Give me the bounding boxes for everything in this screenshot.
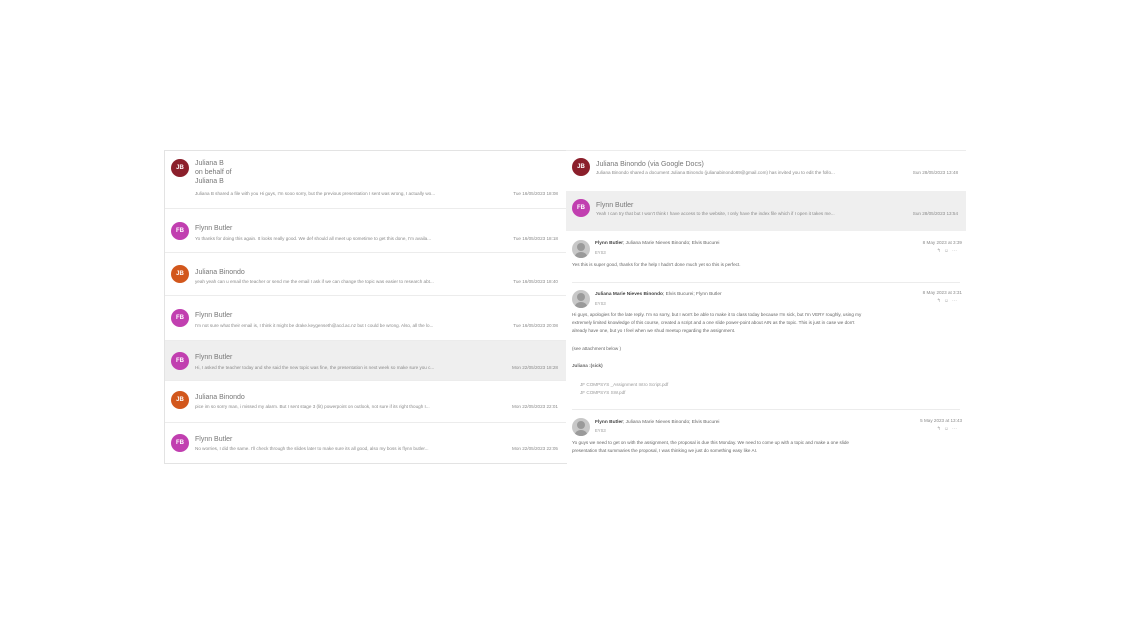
list-item-selected[interactable]: FB Flynn Butler Hi, I asked the teacher … xyxy=(165,341,566,381)
reading-pane: JB Juliana Binondo (via Google Docs) Jul… xyxy=(566,150,966,463)
message-date: Tue 16/05/2023 20:08 xyxy=(513,323,558,328)
message-subject: EYS3 xyxy=(595,301,606,306)
divider xyxy=(572,282,960,283)
list-item-selected[interactable]: FB Flynn Butler Yeah I can try that but … xyxy=(566,191,966,231)
attachments[interactable]: JF COMPSYS _Assignment Intro Script.pdf … xyxy=(580,381,668,396)
message-recipients: Flynn Butler; Juliana Marie Nieves Binon… xyxy=(595,420,720,425)
thread-message: Flynn Butler; Juliana Marie Nieves Binon… xyxy=(566,237,966,285)
reply-icon[interactable]: ↰ xyxy=(937,248,944,254)
message-actions[interactable]: ↰☺⋯ xyxy=(937,298,960,304)
sender-name: Juliana Binondo xyxy=(195,394,245,401)
message-date: Tue 16/05/2023 18:08 xyxy=(513,191,558,196)
avatar: FB xyxy=(171,352,189,370)
avatar xyxy=(572,290,590,308)
avatar: JB xyxy=(171,159,189,177)
message-actions[interactable]: ↰☺⋯ xyxy=(937,248,960,254)
message-recipients: Flynn Butler; Juliana Marie Nieves Binon… xyxy=(595,241,720,246)
avatar xyxy=(572,240,590,258)
message-body: Yo guys we need to get on with the assig… xyxy=(572,440,849,454)
message-date: Mon 22/05/2023 22:05 xyxy=(512,446,558,451)
message-date: Tue 16/05/2023 18:18 xyxy=(513,236,558,241)
avatar: JB xyxy=(171,391,189,409)
message-date: 5 May 2023 at 13:43 xyxy=(920,418,962,423)
message-preview: No worries, I did the same. I'll check t… xyxy=(195,446,429,451)
thread-message: Flynn Butler; Juliana Marie Nieves Binon… xyxy=(566,415,966,461)
message-signoff: Juliana :(sick) xyxy=(572,363,603,368)
more-icon[interactable]: ☺⋯ xyxy=(944,426,960,432)
avatar: FB xyxy=(572,199,590,217)
message-subject: EYS3 xyxy=(595,428,606,433)
reply-icon[interactable]: ↰ xyxy=(937,298,944,304)
message-preview: I'm not sure what their email is, I thin… xyxy=(195,323,434,328)
sender-name: Flynn Butler xyxy=(195,354,233,361)
message-preview: pice im so sorry man, i missed my alarm.… xyxy=(195,404,430,409)
sender-name: Flynn Butler xyxy=(596,202,634,209)
avatar: FB xyxy=(171,222,189,240)
message-date: Tue 16/05/2023 18:40 xyxy=(513,279,558,284)
message-body: Yes this is super good, thanks for the h… xyxy=(572,262,741,267)
list-item[interactable]: FB Flynn Butler I'm not sure what their … xyxy=(165,296,566,341)
attachment[interactable]: JF COMPSYS _Assignment Intro Script.pdf xyxy=(580,381,668,389)
avatar: JB xyxy=(572,158,590,176)
list-item[interactable]: JB Juliana Bon behalf of Juliana B Julian… xyxy=(165,151,566,209)
avatar: JB xyxy=(171,265,189,283)
message-date: Sun 28/05/2023 13:48 xyxy=(912,170,958,175)
message-list: JB Juliana Bon behalf of Juliana B Julian… xyxy=(164,150,567,464)
list-item[interactable]: FB Flynn Butler Yo thanks for doing this… xyxy=(165,209,566,253)
sender-name: Flynn Butler xyxy=(195,225,233,232)
message-preview: Yeah I can try that but I won't think I … xyxy=(596,211,835,216)
message-date: 8 May 2023 at 3:39 xyxy=(922,240,962,245)
message-preview: Juliana B shared a file with you Hi guys… xyxy=(195,191,436,196)
divider xyxy=(572,409,960,410)
reply-icon[interactable]: ↰ xyxy=(937,426,944,432)
more-icon[interactable]: ☺⋯ xyxy=(944,248,960,254)
message-body: Hi guys, apologies for the late reply. I… xyxy=(572,312,862,334)
message-date: Sun 28/05/2023 13:54 xyxy=(912,211,958,216)
message-preview: Hi, I asked the teacher today and she sa… xyxy=(195,365,435,370)
message-preview: Juliana Binondo shared a document Julian… xyxy=(596,170,835,175)
list-item[interactable]: JB Juliana Binondo (via Google Docs) Jul… xyxy=(566,151,966,191)
more-icon[interactable]: ☺⋯ xyxy=(944,298,960,304)
message-subject: EYS3 xyxy=(595,250,606,255)
sender-name: Juliana Binondo xyxy=(195,269,245,276)
list-item[interactable]: JB Juliana Binondo pice im so sorry man,… xyxy=(165,381,566,423)
list-item[interactable]: FB Flynn Butler No worries, I did the sa… xyxy=(165,423,566,463)
sender-name: Flynn Butler xyxy=(195,312,233,319)
message-preview: Yo thanks for doing this again. It looks… xyxy=(195,236,432,241)
avatar: FB xyxy=(171,309,189,327)
message-date: Mon 22/05/2023 18:28 xyxy=(512,365,558,370)
attachment[interactable]: JF COMPSYS SW.pdf xyxy=(580,389,668,397)
message-preview: yeah yeah can u email the teacher or sen… xyxy=(195,279,434,284)
message-date: 8 May 2023 at 3:31 xyxy=(922,290,962,295)
avatar: FB xyxy=(171,434,189,452)
list-item[interactable]: JB Juliana Binondo yeah yeah can u email… xyxy=(165,253,566,296)
thread-message: Juliana Marie Nieves Binondo; Elvis Bucu… xyxy=(566,287,966,413)
sender-name: Juliana Bon behalf of Juliana B xyxy=(195,160,232,185)
message-actions[interactable]: ↰☺⋯ xyxy=(937,426,960,432)
avatar xyxy=(572,418,590,436)
sender-name: Juliana Binondo (via Google Docs) xyxy=(596,161,704,168)
message-recipients: Juliana Marie Nieves Binondo; Elvis Bucu… xyxy=(595,292,722,297)
sender-name: Flynn Butler xyxy=(195,436,233,443)
message-extra: (see attachment below ) xyxy=(572,346,622,351)
message-date: Mon 22/05/2023 22:01 xyxy=(512,404,558,409)
